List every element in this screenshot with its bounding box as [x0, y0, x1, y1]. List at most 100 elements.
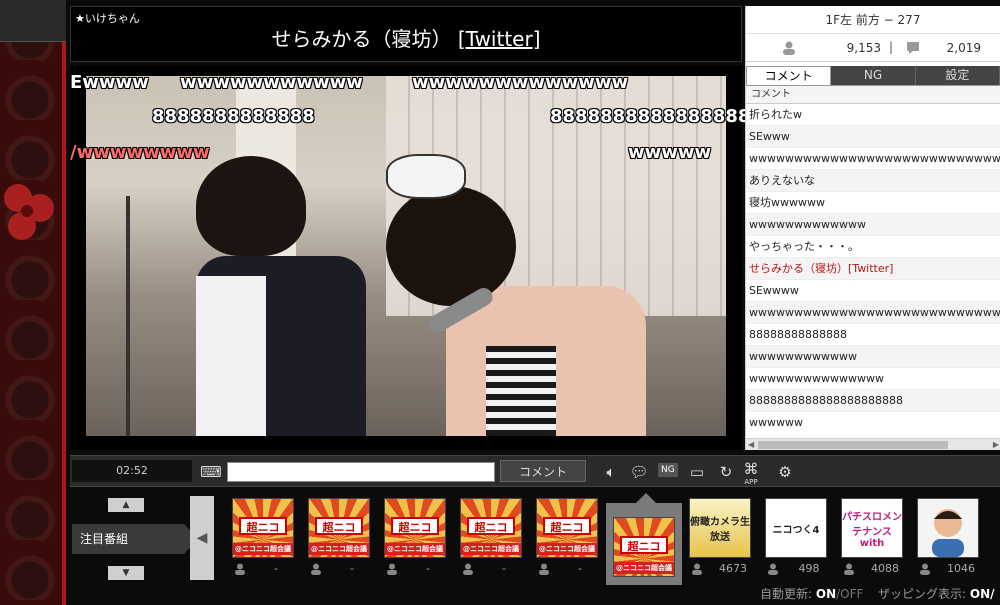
viewer-count: -	[426, 562, 430, 575]
keyboard-icon[interactable]: ⌨	[200, 462, 222, 482]
program-thumbnail[interactable]: 俯瞰カメラ生放送 4673	[689, 498, 751, 580]
left-top-tab	[0, 0, 66, 42]
program-image[interactable]: 超ニコ @ニコニコ超会議3	[232, 498, 294, 558]
comment-input[interactable]	[227, 462, 495, 482]
comment-row[interactable]: wwwwww	[746, 412, 1000, 430]
program-thumbnail[interactable]: パチスロメンテナンス with 4088	[841, 498, 903, 580]
comment-row[interactable]: wwwwwwwwwwwwwwwwwwwwwwwwwwwwwwwwwwwwwwww	[746, 148, 1000, 170]
tab-ng[interactable]: NG	[831, 66, 916, 85]
horizontal-scrollbar[interactable]: ◀ ▶	[746, 438, 1000, 450]
program-thumbnail[interactable]: 超ニコ @ニコニコ超会議3 -	[536, 498, 598, 580]
title-bar: ★いけちゃん せらみかる（寝坊） [Twitter]	[70, 6, 742, 62]
festival-logo: 超ニコ	[391, 517, 439, 535]
live-player-page: ★いけちゃん せらみかる（寝坊） [Twitter] Ewwww wwwwwww…	[0, 0, 1000, 605]
festival-label: @ニコニコ超会議3	[309, 543, 369, 555]
program-image[interactable]: 超ニコ @ニコニコ超会議3	[460, 498, 522, 558]
video-frame[interactable]	[86, 76, 726, 436]
stats-row: 9,153 | 2,019	[746, 34, 1000, 62]
danmaku-comment: 8888888888888888	[550, 106, 751, 127]
festival-label: @ニコニコ超会議3	[461, 543, 521, 555]
program-image[interactable]: パチスロメンテナンス with	[841, 498, 903, 558]
danmaku-comment: wwwww	[628, 142, 712, 163]
festival-logo: 超ニコ	[315, 517, 363, 535]
danmaku-comment: wwwwwwwwwww	[180, 72, 363, 93]
comment-panel: 1F左 前方 − 277 9,153 | 2,019 コメント NG 設定 コメ…	[745, 6, 1000, 450]
program-thumbnail[interactable]: ニコつく4 498	[765, 498, 827, 580]
video-scene-person-right-hair	[386, 186, 516, 306]
danmaku-comment: wwwwwwwwwwwww	[412, 72, 629, 93]
program-image[interactable]	[917, 498, 979, 558]
control-bar: 02:52 ⌨ コメント 🔈︎ 💬︎ NG ▭ ↻ ⌘ APP ⚙	[70, 455, 1000, 487]
tab-settings[interactable]: 設定	[915, 66, 1000, 85]
program-thumbnail[interactable]: 超ニコ @ニコニコ超会議3 -	[384, 498, 446, 580]
volume-icon[interactable]: 🔈︎	[600, 462, 622, 482]
viewer-count: 4088	[871, 562, 899, 575]
ng-toggle-icon[interactable]: NG	[658, 463, 678, 477]
comment-row[interactable]: SEwww	[746, 126, 1000, 148]
comment-row[interactable]: SEwwww	[746, 280, 1000, 302]
program-image[interactable]: 超ニコ @ニコニコ超会議3	[308, 498, 370, 558]
program-image[interactable]: 超ニコ @ニコニコ超会議3	[384, 498, 446, 558]
comment-row[interactable]: wwwwwwwwwwwwwwwwwwwwwwwwwwwwwwwwwwwwwwww…	[746, 302, 1000, 324]
comment-row[interactable]: wwwwwwwwwwww	[746, 346, 1000, 368]
comment-row[interactable]: wwwwwwwwwwwwwww	[746, 368, 1000, 390]
viewer-icon	[783, 41, 795, 55]
viewer-count: 1046	[947, 562, 975, 575]
comment-row[interactable]: wwwwwwwwwwwww	[746, 214, 1000, 236]
comment-list[interactable]: 折られたw SEwww wwwwwwwwwwwwwwwwwwwwwwwwwwww…	[746, 104, 1000, 430]
program-thumbnail[interactable]: 超ニコ @ニコニコ超会議3 -	[460, 498, 522, 580]
comment-row[interactable]: 折られたw	[746, 104, 1000, 126]
video-player[interactable]: Ewwww wwwwwwwwwww wwwwwwwwwwwww 88888888…	[70, 66, 750, 450]
comment-row[interactable]: ありえないな	[746, 170, 1000, 192]
program-title-text: せらみかる（寝坊）	[271, 27, 452, 51]
festival-label: @ニコニコ超会議3	[385, 543, 445, 555]
viewer-count: -	[350, 562, 354, 575]
auto-update-on[interactable]: ON	[816, 587, 836, 601]
scroll-right-arrow-icon[interactable]: ▶	[993, 440, 999, 449]
program-meta: 4088	[841, 561, 903, 579]
featured-label: 注目番組	[72, 524, 198, 554]
scrollbar-thumb[interactable]	[758, 441, 948, 449]
program-thumbnail[interactable]: 超ニコ @ニコニコ超会議3 -	[232, 498, 294, 580]
panel-tabs: コメント NG 設定	[746, 66, 1000, 86]
comment-submit-button[interactable]: コメント	[500, 460, 586, 482]
screen-mode-icon[interactable]: ▭	[686, 462, 708, 482]
program-meta: -	[536, 561, 598, 579]
comment-row[interactable]: 寝坊wwwwww	[746, 192, 1000, 214]
zapping-toggle[interactable]: ザッピング表示: ON/	[878, 583, 995, 605]
scroll-left-arrow-icon[interactable]: ◀	[748, 440, 754, 449]
auto-update-off[interactable]: /OFF	[836, 587, 863, 601]
video-scene-person-left-hair	[196, 156, 306, 256]
settings-gear-icon[interactable]: ⚙	[774, 462, 796, 482]
footer: 自動更新: ON/OFF ザッピング表示: ON/	[70, 583, 1000, 605]
user-icon	[463, 563, 473, 575]
auto-update-toggle[interactable]: 自動更新: ON/OFF	[760, 583, 863, 605]
program-meta: 4673	[689, 561, 751, 579]
program-thumbnail[interactable]: 超ニコ @ニコニコ超会議3 -	[308, 498, 370, 580]
viewer-count: 498	[798, 562, 820, 575]
stats-separator: |	[889, 40, 894, 54]
program-thumbnail[interactable]: 1046	[917, 498, 979, 580]
tab-comment[interactable]: コメント	[746, 66, 832, 85]
strip-prev-button[interactable]: ◀	[190, 496, 214, 580]
festival-logo: 超ニコ	[239, 517, 287, 535]
reload-icon[interactable]: ↻	[715, 462, 737, 482]
twitter-link[interactable]: [Twitter]	[458, 27, 541, 51]
program-image[interactable]: 超ニコ @ニコニコ超会議3	[536, 498, 598, 558]
zapping-on[interactable]: ON/	[970, 587, 995, 601]
festival-logo: 超ニコ	[620, 536, 668, 554]
comment-row[interactable]: やっちゃった・・・。	[746, 236, 1000, 258]
program-image[interactable]: ニコつく4	[765, 498, 827, 558]
comment-row[interactable]: 88888888888888	[746, 324, 1000, 346]
comment-row[interactable]: せらみかる（寝坊）[Twitter]	[746, 258, 1000, 280]
comment-list-header[interactable]: コメント	[746, 86, 1000, 104]
program-image[interactable]: 超ニコ @ニコニコ超会議3	[613, 517, 675, 577]
comment-visibility-icon[interactable]: 💬︎	[628, 462, 650, 482]
app-gamepad-icon[interactable]: ⌘ APP	[740, 459, 762, 486]
comment-row[interactable]: 8888888888888888888888	[746, 390, 1000, 412]
user-icon	[311, 563, 321, 575]
viewer-count: 4673	[719, 562, 747, 575]
strip-up-button[interactable]: ▲	[108, 498, 144, 512]
program-image[interactable]: 俯瞰カメラ生放送	[689, 498, 751, 558]
strip-down-button[interactable]: ▼	[108, 566, 144, 580]
